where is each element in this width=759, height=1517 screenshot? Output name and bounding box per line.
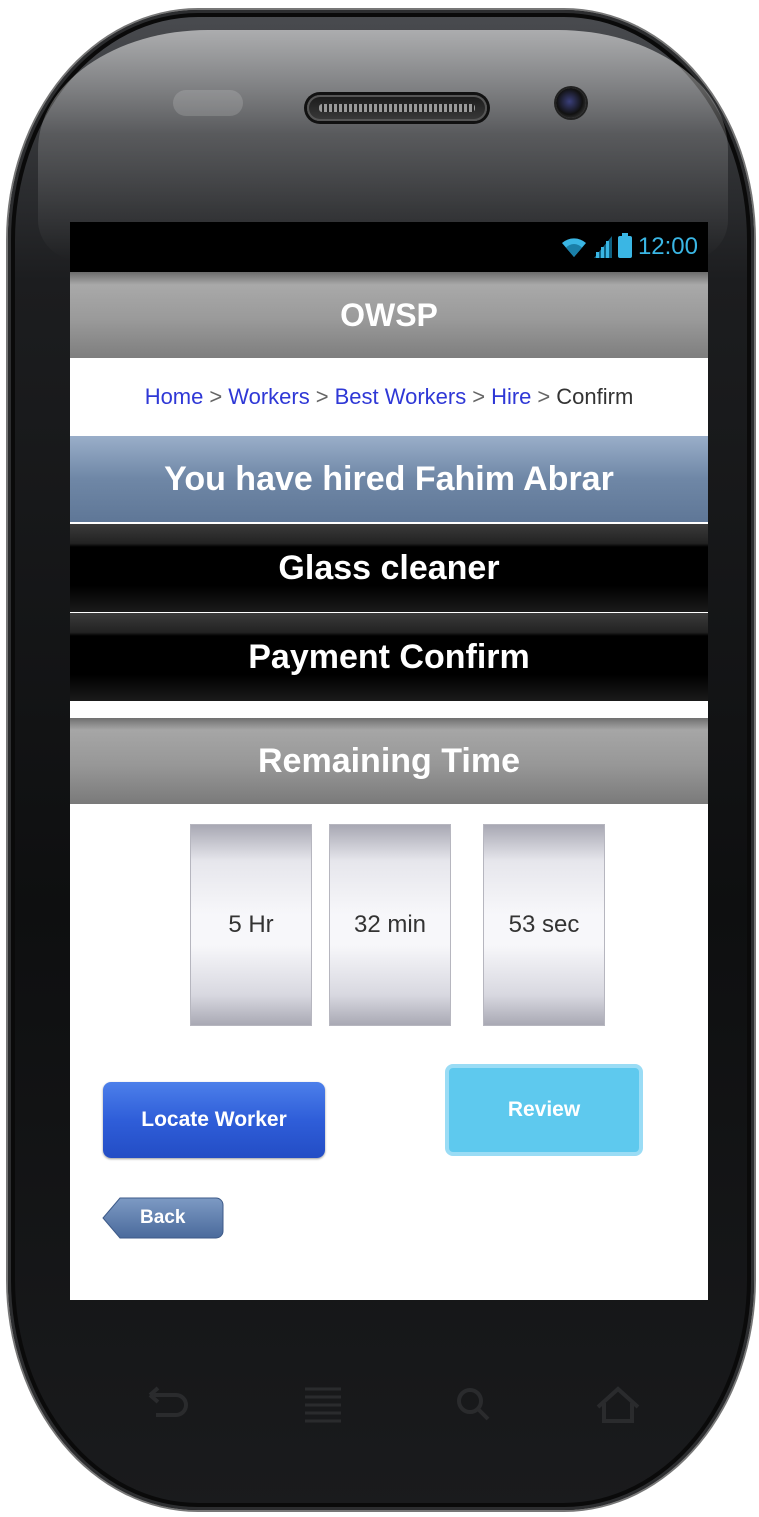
- timer-minutes: 32 min: [329, 824, 451, 1026]
- back-key-icon[interactable]: [136, 1375, 196, 1435]
- breadcrumb-home[interactable]: Home: [145, 384, 204, 410]
- back-label: Back: [140, 1207, 186, 1228]
- breadcrumb-workers[interactable]: Workers: [228, 384, 310, 410]
- front-camera: [556, 88, 586, 118]
- timer-minutes-value: 32 min: [353, 911, 427, 938]
- status-clock: 12:00: [637, 233, 698, 260]
- app-title: OWSP: [340, 296, 438, 333]
- battery-icon: [617, 233, 632, 258]
- breadcrumb-separator: >: [209, 384, 223, 409]
- proximity-sensor: [173, 90, 243, 116]
- timer-hours: 5 Hr: [190, 824, 312, 1026]
- locate-worker-button[interactable]: Locate Worker: [103, 1082, 325, 1158]
- timer-seconds: 53 sec: [483, 824, 605, 1026]
- hired-banner: You have hired Fahim Abrar: [70, 436, 708, 522]
- timer-seconds-value: 53 sec: [508, 911, 580, 938]
- payment-status: Payment Confirm: [248, 637, 530, 676]
- wifi-icon: [561, 238, 586, 257]
- breadcrumb: Home > Workers > Best Workers > Hire > C…: [70, 358, 708, 436]
- breadcrumb-current: Confirm: [556, 384, 634, 409]
- breadcrumb-separator: >: [315, 384, 329, 409]
- breadcrumb-hire[interactable]: Hire: [491, 384, 531, 410]
- phone-screen: 12:00 OWSP Home > Workers > Best Workers…: [70, 222, 708, 1300]
- job-title-bar: Glass cleaner: [70, 524, 708, 612]
- back-button[interactable]: Back: [102, 1197, 224, 1239]
- breadcrumb-separator: >: [537, 384, 551, 409]
- menu-key-icon[interactable]: [293, 1375, 353, 1435]
- home-key-icon[interactable]: [588, 1375, 648, 1435]
- status-indicators: 12:00: [560, 232, 698, 262]
- signal-icon: [593, 236, 612, 258]
- search-key-icon[interactable]: [444, 1375, 504, 1435]
- status-bar: 12:00: [70, 222, 708, 272]
- hired-text: You have hired Fahim Abrar: [164, 459, 614, 498]
- earpiece-speaker: [307, 95, 487, 121]
- app-title-bar: OWSP: [70, 272, 708, 358]
- payment-status-bar: Payment Confirm: [70, 613, 708, 701]
- timer-hours-value: 5 Hr: [228, 911, 274, 938]
- breadcrumb-separator: >: [472, 384, 486, 409]
- hardware-nav-keys: [8, 1360, 754, 1460]
- job-title: Glass cleaner: [278, 548, 500, 587]
- remaining-time-heading: Remaining Time: [258, 741, 520, 780]
- remaining-time-heading-bar: Remaining Time: [70, 718, 708, 804]
- review-button[interactable]: Review: [445, 1064, 643, 1156]
- breadcrumb-best-workers[interactable]: Best Workers: [335, 384, 467, 410]
